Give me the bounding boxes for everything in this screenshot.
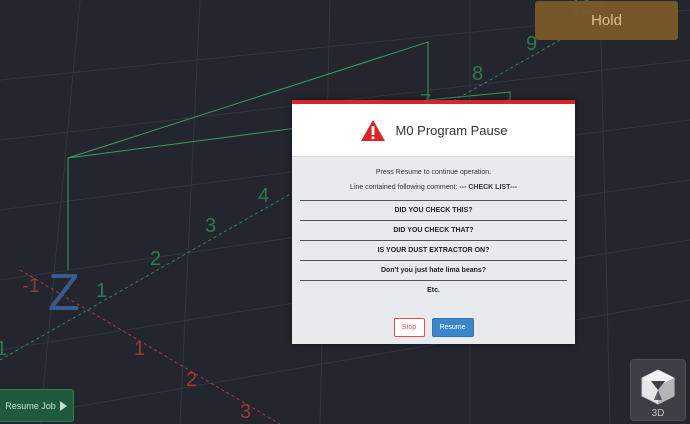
axis-num-x2: 2 (186, 369, 197, 391)
resume-job-button[interactable]: Resume Job (0, 389, 74, 422)
checklist-item: DID YOU CHECK THAT? (300, 220, 567, 240)
dialog-title: M0 Program Pause (395, 122, 508, 138)
warning-icon (360, 119, 385, 141)
checklist: DID YOU CHECK THIS? DID YOU CHECK THAT? … (300, 200, 567, 300)
hold-button-label: Hold (591, 12, 622, 29)
resume-job-label: Resume Job (5, 400, 56, 411)
axis-num-y8: 8 (472, 63, 483, 85)
axis-num-x1: 1 (134, 338, 145, 360)
checklist-item: Etc. (300, 280, 567, 300)
checklist-item: IS YOUR DUST EXTRACTOR ON? (300, 240, 567, 260)
play-icon (59, 400, 67, 411)
stop-button[interactable]: Stop (393, 318, 425, 337)
dialog-body: Press Resume to continue operation. Line… (292, 157, 575, 300)
resume-button[interactable]: Resume (431, 318, 474, 337)
axis-num-x3: 3 (240, 401, 251, 423)
view-cube-label: 3D (651, 408, 665, 419)
z-axis-label: Z (48, 264, 80, 322)
comment-value: --- CHECK LIST--- (459, 184, 517, 191)
checklist-item: Don't you just hate lima beans? (300, 260, 567, 280)
axis-num-y3: 3 (205, 215, 216, 237)
comment-prefix: Line contained following comment: (350, 184, 458, 191)
view-cube-button[interactable]: 3D (630, 359, 686, 421)
cube-icon (641, 369, 675, 405)
m0-pause-dialog: M0 Program Pause Press Resume to continu… (292, 100, 575, 344)
axis-num-y2: 2 (150, 248, 161, 270)
dialog-header: M0 Program Pause (292, 104, 575, 157)
axis-num-neg1: -1 (22, 275, 40, 297)
axis-num-y4: 4 (258, 185, 269, 207)
comment-line: Line contained following comment: --- CH… (292, 180, 575, 196)
axis-num-y1: 1 (96, 280, 107, 302)
instruction-text: Press Resume to continue operation. (375, 169, 492, 176)
checklist-item: DID YOU CHECK THIS? (300, 200, 567, 220)
hold-button[interactable]: Hold (535, 1, 678, 40)
axis-num-edge: 1 (0, 338, 7, 360)
dialog-actions: Stop Resume (292, 318, 575, 337)
